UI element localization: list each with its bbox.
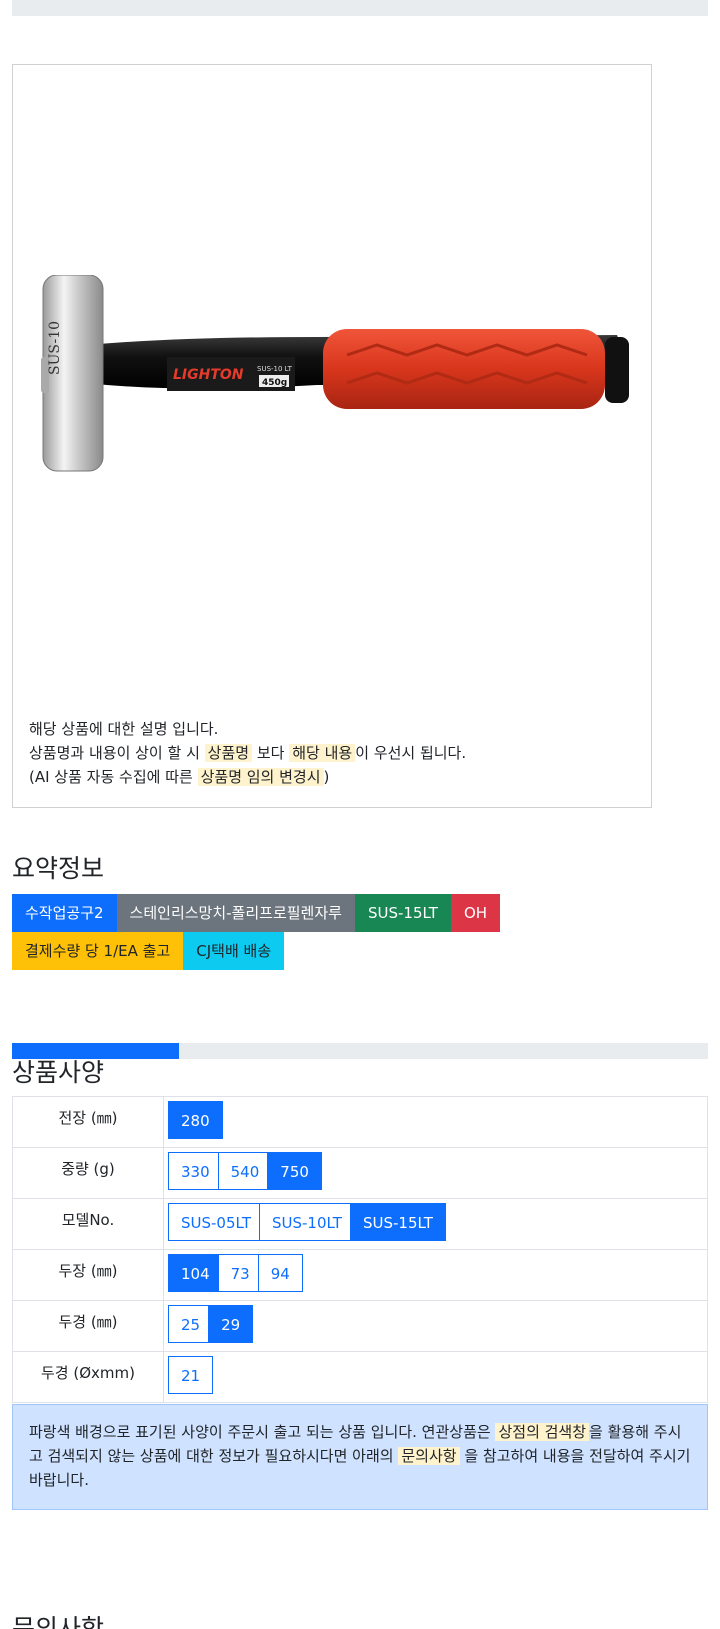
- highlight-inquiry: 문의사항: [398, 1447, 460, 1465]
- spec-label: 중량 (g): [12, 1147, 164, 1199]
- spec-row: 두경 (Øxmm) 21: [12, 1351, 708, 1403]
- spec-options: 330 540 750: [163, 1147, 708, 1199]
- inquiry-title: 문의사항: [12, 1614, 105, 1629]
- spec-row: 두장 (㎜) 104 73 94: [12, 1249, 708, 1301]
- hammer-model-label: SUS-10 LT: [257, 365, 293, 373]
- spec-table: 전장 (㎜) 280 중량 (g) 330 540 750 모델No. SUS-05LT SUS…: [12, 1096, 708, 1403]
- spec-option-button[interactable]: 29: [208, 1305, 254, 1343]
- badge-shipping: CJ택배 배송: [183, 932, 285, 970]
- spec-option-button[interactable]: 94: [257, 1254, 303, 1292]
- spec-options: 21: [163, 1351, 708, 1403]
- spec-label: 모델No.: [12, 1198, 164, 1250]
- spec-option-button[interactable]: 540: [217, 1152, 273, 1190]
- badge-model: SUS-15LT: [354, 894, 451, 932]
- spec-title: 상품사양: [12, 1058, 105, 1087]
- spec-option-button[interactable]: SUS-05LT: [168, 1203, 264, 1241]
- spec-options: 280: [163, 1096, 708, 1148]
- spec-label: 두경 (㎜): [12, 1300, 164, 1352]
- description-line-2: 상품명과 내용이 상이 할 시 상품명 보다 해당 내용 이 우선시 됩니다.: [29, 744, 467, 762]
- highlight-product-name: 상품명: [204, 744, 253, 762]
- spec-option-button[interactable]: SUS-10LT: [258, 1203, 355, 1241]
- badge-quantity: 결제수량 당 1/EA 출고: [12, 932, 184, 970]
- order-notice: 파랑색 배경으로 표기된 사양이 주문시 출고 되는 상품 입니다. 연관상품은…: [12, 1404, 708, 1510]
- spec-option-button[interactable]: 73: [217, 1254, 263, 1292]
- spec-option-button[interactable]: 330: [168, 1152, 223, 1190]
- badge-product-type: 스테인리스망치-폴리프로필렌자루: [116, 894, 355, 932]
- spec-option-button[interactable]: 21: [168, 1356, 214, 1394]
- badge-row-1: 수작업공구2 스테인리스망치-폴리프로필렌자루 SUS-15LT OH: [12, 894, 708, 932]
- spec-option-button[interactable]: SUS-15LT: [349, 1203, 446, 1241]
- spec-options: 25 29: [163, 1300, 708, 1352]
- spec-option-button[interactable]: 104: [168, 1254, 223, 1292]
- spec-option-button[interactable]: 750: [267, 1152, 322, 1190]
- hammer-brand-label: LIGHTON: [173, 367, 244, 383]
- spec-row: 중량 (g) 330 540 750: [12, 1147, 708, 1199]
- spec-row: 전장 (㎜) 280: [12, 1096, 708, 1148]
- summary-title: 요약정보: [12, 854, 105, 883]
- spec-label: 두경 (Øxmm): [12, 1351, 164, 1403]
- hammer-head-engraving: SUS-10: [47, 321, 63, 375]
- summary-badges: 수작업공구2 스테인리스망치-폴리프로필렌자루 SUS-15LT OH 결제수량…: [12, 894, 708, 970]
- badge-row-2: 결제수량 당 1/EA 출고 CJ택배 배송: [12, 932, 708, 970]
- badge-category: 수작업공구2: [12, 894, 117, 932]
- spec-option-button[interactable]: 25: [168, 1305, 214, 1343]
- spec-options: 104 73 94: [163, 1249, 708, 1301]
- spec-row: 모델No. SUS-05LT SUS-10LT SUS-15LT: [12, 1198, 708, 1250]
- badge-brand: OH: [450, 894, 501, 932]
- spec-label: 전장 (㎜): [12, 1096, 164, 1148]
- highlight-name-change: 상품명 임의 변경시: [197, 768, 324, 786]
- product-card: SUS-10 LIGHTON SUS-10 LT 450g 해당 상품에 대한 …: [12, 64, 652, 808]
- product-description: 해당 상품에 대한 설명 입니다. 상품명과 내용이 상이 할 시 상품명 보다…: [29, 717, 466, 789]
- highlight-content: 해당 내용: [289, 744, 356, 762]
- highlight-store-search: 상점의 검색창: [495, 1423, 590, 1441]
- spec-options: SUS-05LT SUS-10LT SUS-15LT: [163, 1198, 708, 1250]
- section-progress-bar: [12, 1043, 708, 1059]
- hammer-product-image: SUS-10 LIGHTON SUS-10 LT 450g: [41, 275, 629, 472]
- description-line-3: (AI 상품 자동 수집에 따른 상품명 임의 변경시): [29, 768, 330, 786]
- spec-label: 두장 (㎜): [12, 1249, 164, 1301]
- hammer-weight-label: 450g: [262, 378, 287, 388]
- description-line-1: 해당 상품에 대한 설명 입니다.: [29, 720, 219, 738]
- spec-row: 두경 (㎜) 25 29: [12, 1300, 708, 1352]
- spec-option-button[interactable]: 280: [168, 1101, 223, 1139]
- top-progress-strip: [12, 0, 708, 16]
